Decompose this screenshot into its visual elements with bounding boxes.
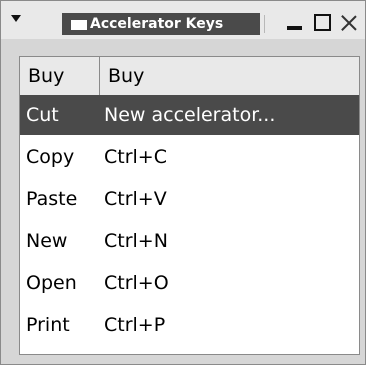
window-app-icon [71, 20, 87, 30]
title-tab-divider [264, 15, 267, 33]
list-row-print[interactable]: Print Ctrl+P [20, 305, 359, 345]
list-header: Buy Buy [20, 57, 359, 96]
row-accelerator[interactable]: New accelerator... [104, 95, 275, 135]
row-action: Open [26, 272, 77, 294]
title-bar[interactable]: Accelerator Keys [1, 1, 365, 39]
row-action: Copy [26, 146, 75, 168]
window-menu-arrow-icon[interactable] [11, 15, 21, 22]
list-row-open[interactable]: Open Ctrl+O [20, 263, 359, 303]
minimize-button[interactable] [284, 11, 306, 33]
column-header-accelerator[interactable]: Buy [100, 57, 359, 95]
column-header-action[interactable]: Buy [20, 57, 100, 95]
row-action: Cut [26, 104, 59, 126]
dialog-window: Accelerator Keys Buy Buy Cut New acceler… [0, 0, 366, 365]
row-accelerator[interactable]: Ctrl+V [104, 179, 167, 219]
list-row-new[interactable]: New Ctrl+N [20, 221, 359, 261]
window-title-tab[interactable]: Accelerator Keys [62, 13, 260, 35]
row-accelerator[interactable]: Ctrl+P [104, 305, 165, 345]
list-row-paste[interactable]: Paste Ctrl+V [20, 179, 359, 219]
maximize-button[interactable] [311, 11, 333, 33]
accelerator-list[interactable]: Buy Buy Cut New accelerator... Copy Ctrl… [19, 56, 360, 355]
row-accelerator[interactable]: Ctrl+O [104, 263, 169, 303]
row-action: Print [26, 314, 70, 336]
list-row-cut[interactable]: Cut New accelerator... [20, 95, 359, 135]
row-accelerator[interactable]: Ctrl+N [104, 221, 168, 261]
window-title: Accelerator Keys [90, 16, 224, 32]
close-button[interactable] [338, 11, 360, 33]
row-action: Paste [26, 188, 78, 210]
row-accelerator[interactable]: Ctrl+C [104, 137, 167, 177]
list-row-copy[interactable]: Copy Ctrl+C [20, 137, 359, 177]
row-action: New [26, 230, 68, 252]
